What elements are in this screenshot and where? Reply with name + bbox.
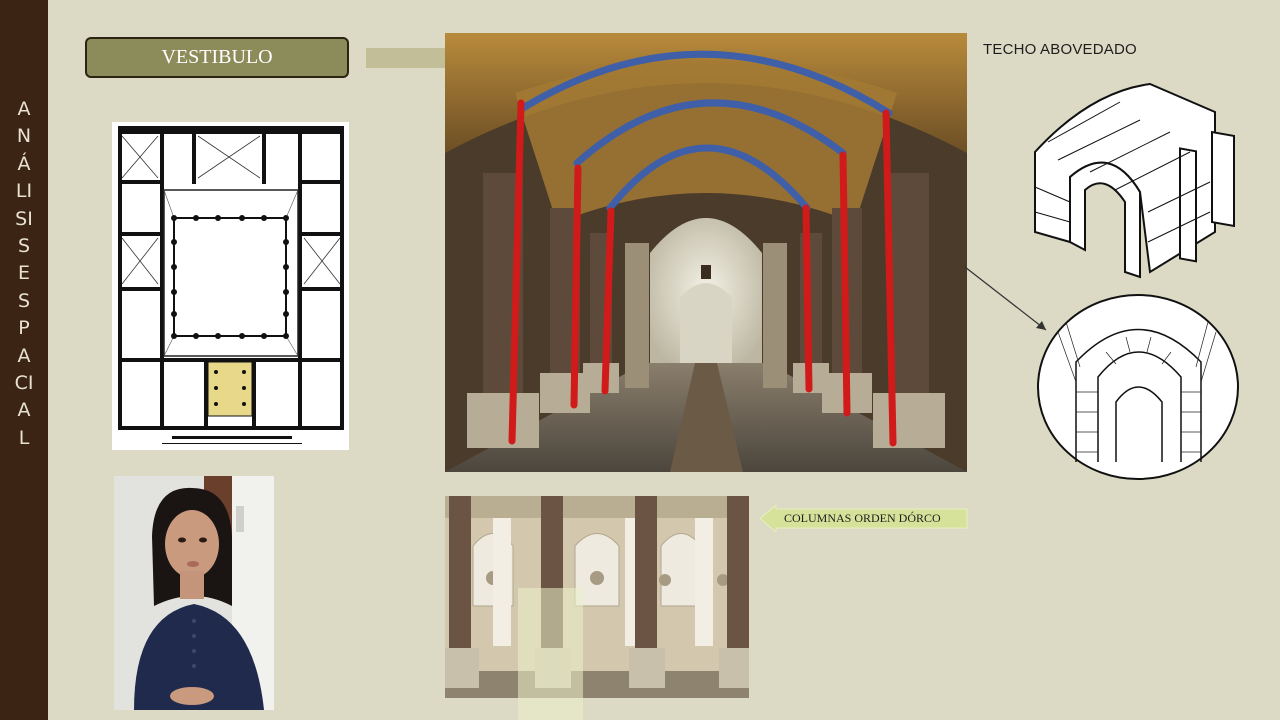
floor-plan-image: [112, 122, 349, 450]
vault-section-drawing: [1036, 292, 1241, 482]
connector-bar: [366, 48, 446, 68]
vertical-title: ANÁLISIS ESPACIAL: [14, 98, 34, 449]
sidebar: ANÁLISIS ESPACIAL: [0, 0, 48, 720]
column-highlight: [518, 588, 583, 720]
presenter-webcam: [114, 476, 274, 710]
vault-label: TECHO ABOVEDADO: [983, 41, 1137, 58]
colonnade-photo: [445, 496, 749, 698]
columns-label: COLUMNAS ORDEN DÓRCO: [784, 511, 941, 525]
section-title-pill: VESTIBULO: [85, 37, 349, 78]
vestibule-photo: [445, 33, 967, 472]
barrel-vault-drawing: [1030, 72, 1240, 282]
